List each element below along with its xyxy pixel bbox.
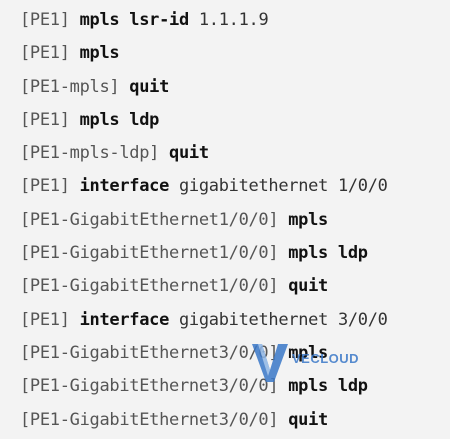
cli-args: gigabitethernet 1/0/0	[178, 176, 388, 197]
cli-prompt: [PE1]	[20, 10, 70, 30]
cli-line: [PE1-GigabitEthernet3/0/0] quit	[0, 404, 450, 437]
cli-command: interface	[79, 176, 170, 197]
cli-line: [PE1] interface gigabitethernet 3/0/0	[0, 304, 450, 337]
cli-config-panel: [PE1] mpls lsr-id 1.1.1.9 [PE1] mpls [PE…	[0, 0, 450, 439]
cli-command: mpls lsr-id	[79, 10, 190, 30]
cli-line: [PE1-GigabitEthernet3/0/0] mpls ldp	[0, 370, 450, 403]
cli-prompt: [PE1]	[20, 43, 70, 64]
cli-prompt: [PE1-mpls]	[20, 76, 120, 97]
cli-prompt: [PE1]	[20, 109, 70, 130]
cli-command: mpls ldp	[79, 109, 160, 130]
cli-prompt: [PE1-GigabitEthernet1/0/0]	[20, 209, 279, 230]
cli-line: [PE1-GigabitEthernet3/0/0] mpls	[0, 337, 450, 370]
cli-prompt: [PE1]	[20, 309, 70, 330]
cli-line: [PE1] mpls lsr-id 1.1.1.9	[0, 4, 450, 37]
cli-command: quit	[169, 143, 209, 164]
cli-prompt: [PE1-GigabitEthernet1/0/0]	[20, 276, 279, 297]
cli-line: [PE1-mpls-ldp] quit	[0, 137, 450, 170]
cli-line: [PE1-GigabitEthernet1/0/0] quit	[0, 270, 450, 303]
cli-prompt: [PE1-mpls-ldp]	[20, 143, 160, 164]
cli-command: mpls ldp	[288, 376, 368, 397]
cli-line: [PE1-GigabitEthernet1/0/0] mpls ldp	[0, 237, 450, 270]
cli-command: interface	[79, 309, 170, 330]
cli-line: [PE1] mpls ldp	[0, 104, 450, 137]
cli-prompt: [PE1]	[20, 176, 70, 197]
cli-line: [PE1] interface gigabitethernet 1/0/0	[0, 170, 450, 203]
cli-line: [PE1-GigabitEthernet1/0/0] mpls	[0, 204, 450, 237]
cli-args: 1.1.1.9	[198, 10, 269, 30]
cli-command: mpls	[288, 209, 328, 230]
cli-command: mpls ldp	[288, 243, 368, 264]
cli-line: [PE1] mpls	[0, 37, 450, 70]
cli-prompt: [PE1-GigabitEthernet3/0/0]	[20, 342, 279, 363]
cli-command: mpls	[288, 342, 328, 363]
cli-command: quit	[288, 276, 328, 297]
cli-command: quit	[129, 76, 170, 97]
cli-line: [PE1-mpls] quit	[0, 71, 450, 104]
cli-prompt: [PE1-GigabitEthernet1/0/0]	[20, 243, 279, 264]
cli-prompt: [PE1-GigabitEthernet3/0/0]	[20, 376, 279, 397]
cli-command: quit	[288, 409, 328, 430]
cli-command: mpls	[79, 43, 120, 64]
cli-prompt: [PE1-GigabitEthernet3/0/0]	[20, 409, 279, 430]
cli-args: gigabitethernet 3/0/0	[178, 309, 388, 330]
